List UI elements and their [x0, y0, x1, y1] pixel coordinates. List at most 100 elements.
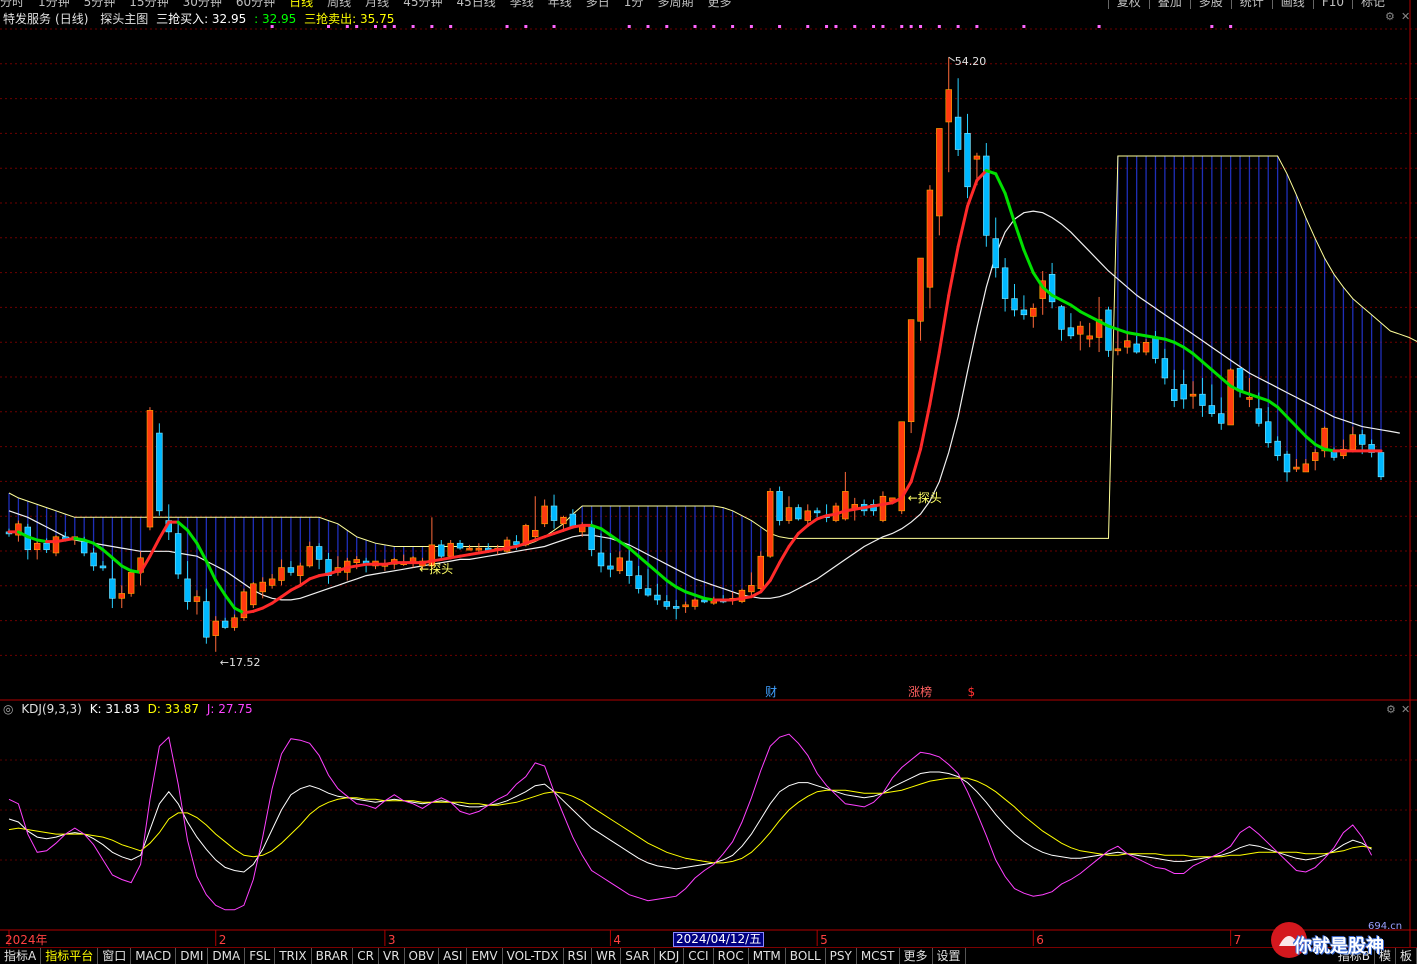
- candle: [1077, 325, 1084, 335]
- signal-dot: [505, 25, 509, 28]
- chart-canvas[interactable]: 54.20 ←17.52 ←探头 ←探头财 涨榜 $2024年 2 3 4 5 6 7: [0, 0, 1417, 963]
- ma-fast-segment: [674, 585, 688, 594]
- indicator-tab[interactable]: VR: [379, 948, 405, 964]
- close-sub-icon[interactable]: ✕: [1401, 703, 1410, 716]
- signal-dot: [627, 25, 631, 28]
- kdj-k-line: [8, 771, 1372, 873]
- candle: [842, 491, 849, 520]
- candle: [221, 620, 229, 628]
- candle: [917, 257, 924, 322]
- watermark-site: 694.cn: [1368, 921, 1403, 932]
- candle: [1058, 306, 1065, 330]
- indicator-tab[interactable]: CCI: [684, 948, 714, 964]
- indicator-tab[interactable]: FSL: [245, 948, 276, 964]
- indicator-tab[interactable]: ASI: [439, 948, 468, 964]
- signal-dot: [411, 25, 415, 28]
- candle: [1255, 408, 1263, 424]
- signal-dot: [749, 25, 753, 28]
- candle: [287, 567, 295, 573]
- signal-dot: [900, 25, 904, 28]
- signal-dot: [834, 25, 838, 28]
- indicator-tab[interactable]: RSI: [564, 948, 593, 964]
- ma-fast-segment: [1304, 434, 1317, 446]
- signal-dot: [825, 25, 829, 28]
- indicator-tab[interactable]: 指标平台: [41, 948, 99, 964]
- indicator-tab[interactable]: EMV: [467, 948, 503, 964]
- ma-fast-segment: [937, 293, 951, 354]
- indicator-tab[interactable]: 窗口: [98, 948, 132, 964]
- candle: [635, 575, 642, 589]
- ma-fast-segment: [298, 577, 312, 587]
- axis-month-label: 3: [388, 933, 396, 947]
- candle: [1349, 434, 1357, 450]
- candle: [109, 578, 116, 599]
- indicator-tab[interactable]: BRAR: [312, 948, 354, 964]
- candle: [672, 606, 680, 609]
- probe-label: ←探头: [908, 491, 942, 505]
- signal-dot: [919, 25, 923, 28]
- kdj-j-line: [8, 733, 1373, 911]
- candle: [776, 491, 783, 521]
- indicator-tab[interactable]: MACD: [131, 948, 177, 964]
- axis-month-label: 4: [613, 933, 621, 947]
- indicator-tab[interactable]: DMI: [176, 948, 209, 964]
- candle: [757, 555, 764, 589]
- signal-dot: [806, 25, 810, 28]
- candle: [701, 599, 708, 603]
- indicator-tab[interactable]: 指标A: [0, 948, 42, 964]
- candle: [52, 536, 60, 554]
- candle: [682, 604, 689, 608]
- candle: [973, 155, 981, 160]
- indicator-tab[interactable]: 设置: [933, 948, 966, 964]
- ma-fast-segment: [1294, 425, 1308, 438]
- signal-dot: [646, 25, 650, 28]
- ma-fast-segment: [655, 570, 669, 583]
- signal-dot: [345, 25, 349, 28]
- candle: [1171, 389, 1178, 401]
- indicator-tab[interactable]: WR: [592, 948, 622, 964]
- candle: [1020, 309, 1028, 316]
- signal-dot: [731, 25, 735, 28]
- ma-fast-segment: [280, 588, 293, 599]
- signal-dot: [909, 25, 913, 28]
- indicator-tab[interactable]: BOLL: [786, 948, 826, 964]
- indicator-tab[interactable]: PSY: [826, 948, 857, 964]
- ma-fast-segment: [947, 245, 960, 297]
- indicator-tab[interactable]: OBV: [405, 948, 440, 964]
- candle: [1208, 405, 1216, 414]
- candle: [532, 529, 539, 538]
- candle: [1086, 335, 1093, 340]
- indicator-tab[interactable]: KDJ: [655, 948, 685, 964]
- indicator-tab[interactable]: 更多: [900, 948, 933, 964]
- settings-icon[interactable]: ⚙: [1385, 10, 1395, 23]
- indicator-tab[interactable]: TRIX: [275, 948, 312, 964]
- candle: [1199, 393, 1206, 406]
- indicator-tab[interactable]: MTM: [749, 948, 786, 964]
- indicator-tab[interactable]: ROC: [714, 948, 749, 964]
- sub-settings-icon[interactable]: ⚙: [1386, 703, 1396, 716]
- ma-fast-segment: [1182, 345, 1195, 356]
- indicator-tab[interactable]: VOL-TDX: [503, 948, 564, 964]
- ma-fast-segment: [1003, 191, 1017, 224]
- indicator-tab[interactable]: MCST: [857, 948, 900, 964]
- ma-fast-segment: [1013, 220, 1026, 252]
- candle: [1358, 434, 1366, 445]
- indicator-tab[interactable]: SAR: [621, 948, 655, 964]
- axis-month-label: 7: [1234, 933, 1242, 947]
- candle: [250, 583, 257, 606]
- signal-dot: [872, 25, 876, 28]
- candle: [193, 596, 201, 602]
- ma-fast-segment: [599, 527, 612, 537]
- cursor-date: 2024/04/12/五: [673, 932, 765, 947]
- candle: [1274, 440, 1281, 457]
- close-icon[interactable]: ✕: [1401, 10, 1410, 23]
- indicator-tab[interactable]: CR: [353, 948, 379, 964]
- dollar-marker: $: [968, 685, 976, 699]
- candle: [203, 601, 210, 638]
- candle: [748, 585, 755, 593]
- ma-fast-segment: [1078, 310, 1092, 318]
- indicator-tab[interactable]: DMA: [208, 948, 246, 964]
- candle: [80, 541, 88, 554]
- candle: [785, 507, 793, 521]
- candle: [90, 552, 97, 567]
